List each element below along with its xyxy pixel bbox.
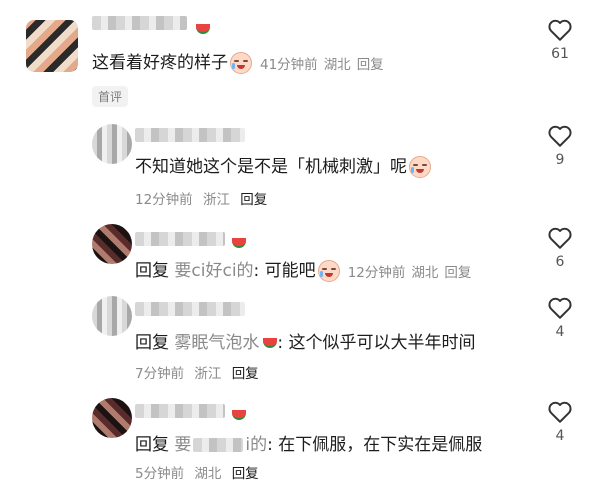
comment-time: 5分钟前	[135, 466, 185, 482]
heart-outline-icon	[548, 297, 572, 319]
username-blurred[interactable]	[135, 302, 245, 316]
like-count: 61	[551, 46, 569, 62]
comment-time: 41分钟前	[260, 57, 318, 73]
like-button[interactable]: 4	[540, 296, 580, 340]
like-button[interactable]: 9	[540, 124, 580, 168]
comment-time: 12分钟前	[135, 192, 193, 208]
comment-time: 7分钟前	[135, 366, 185, 382]
comment-location: 浙江	[194, 366, 222, 382]
first-comment-badge: 首评	[92, 86, 129, 107]
comment-meta: 12分钟前 浙江 回复	[135, 188, 267, 208]
heart-outline-icon	[548, 401, 572, 423]
crying-laughing-emoji-icon	[317, 260, 340, 282]
comment-text[interactable]: 这看着好疼的样子 41分钟前 湖北 回复	[92, 48, 384, 74]
crying-laughing-emoji-icon	[409, 156, 431, 178]
like-count: 6	[555, 254, 565, 270]
like-button[interactable]: 4	[540, 400, 580, 444]
watermelon-icon	[228, 404, 246, 423]
reply-button[interactable]: 回复	[232, 366, 259, 382]
like-count: 9	[555, 152, 565, 168]
comment-location: 湖北	[323, 57, 351, 73]
reply-prefix: 回复	[135, 333, 169, 353]
comment-text[interactable]: 回复 雾眠气泡水: 这个似乎可以大半年时间	[135, 328, 476, 353]
like-button[interactable]: 6	[540, 226, 580, 270]
username-blurred[interactable]	[135, 404, 225, 418]
comment-location: 浙江	[202, 192, 230, 208]
comment-meta: 7分钟前 浙江 回复	[135, 362, 259, 382]
comment-location: 湖北	[194, 466, 222, 482]
comment-text[interactable]: 回复 要ci好ci的: 可能吧 12分钟前 湖北 回复	[135, 256, 471, 282]
avatar[interactable]	[92, 124, 132, 164]
like-button[interactable]: 61	[540, 18, 580, 62]
comment-text[interactable]: 不知道她这个是不是「机械刺激」呢	[135, 152, 433, 178]
reply-target-user[interactable]: 要ci好ci的	[174, 261, 253, 281]
heart-outline-icon	[548, 19, 572, 41]
like-count: 4	[555, 324, 565, 340]
username-blurred[interactable]	[135, 128, 245, 142]
watermelon-icon	[192, 18, 210, 37]
heart-outline-icon	[548, 227, 572, 249]
reply-prefix: 回复	[135, 435, 169, 455]
reply-button[interactable]: 回复	[240, 192, 267, 208]
comment-time: 12分钟前	[347, 265, 406, 281]
watermelon-icon	[263, 338, 278, 348]
username-blurred	[193, 438, 244, 452]
avatar[interactable]	[92, 296, 132, 336]
avatar[interactable]	[26, 20, 78, 72]
username-blurred[interactable]	[92, 16, 187, 30]
heart-outline-icon	[548, 125, 572, 147]
crying-laughing-emoji-icon	[230, 52, 252, 74]
reply-button[interactable]: 回复	[232, 466, 259, 482]
like-count: 4	[555, 428, 565, 444]
reply-prefix: 回复	[135, 261, 169, 281]
comment-meta: 5分钟前 湖北 回复	[135, 462, 259, 482]
avatar[interactable]	[92, 224, 132, 264]
comment-location: 湖北	[411, 265, 439, 281]
username-blurred[interactable]	[135, 232, 225, 246]
reply-button[interactable]: 回复	[444, 265, 471, 281]
reply-button[interactable]: 回复	[357, 57, 384, 73]
watermelon-icon	[228, 232, 246, 251]
comment-text[interactable]: 回复 要 i的: 在下佩服，在下实在是佩服	[135, 430, 482, 455]
reply-target-user[interactable]: 雾眠气泡水	[174, 333, 259, 353]
reply-target-user[interactable]: 要 i的	[174, 435, 267, 455]
avatar[interactable]	[92, 398, 132, 438]
